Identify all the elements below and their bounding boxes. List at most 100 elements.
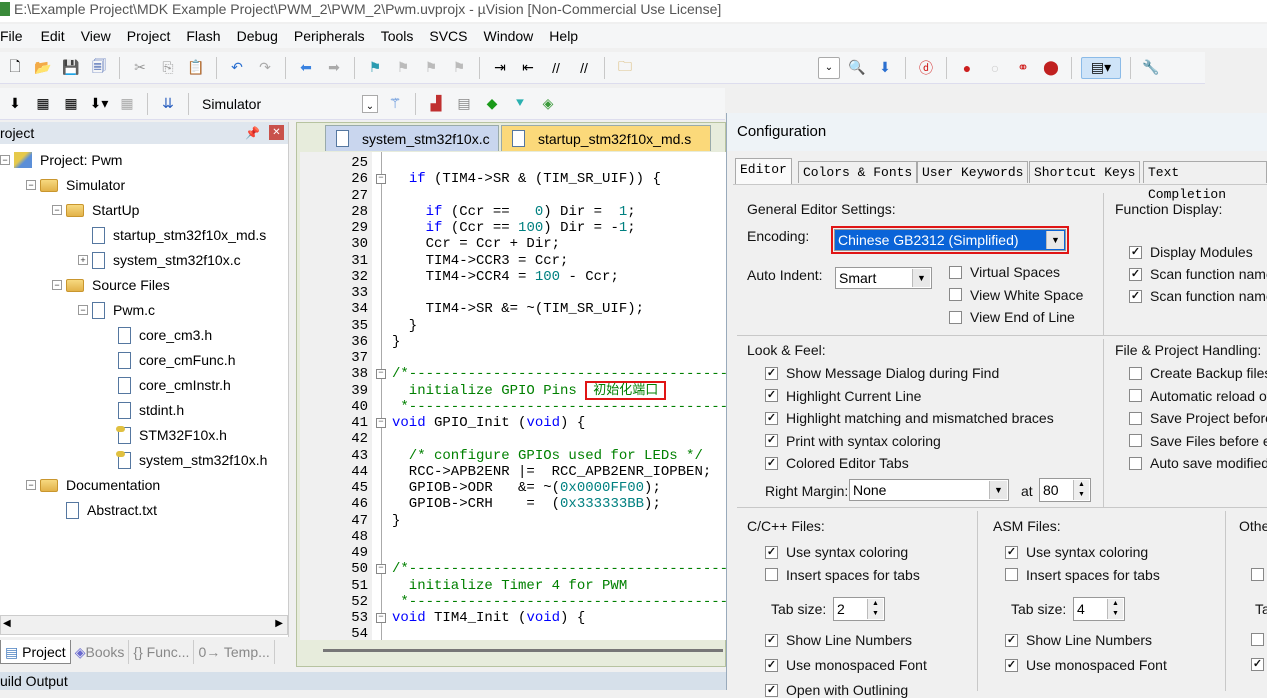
checkbox-option[interactable]: ✓ Show Message Dialog during Find bbox=[765, 365, 999, 381]
uncomment-icon[interactable]: // bbox=[573, 57, 595, 79]
tree-item[interactable]: core_cm3.h bbox=[104, 324, 212, 346]
checkbox-icon[interactable] bbox=[1251, 633, 1264, 646]
rebuild-icon[interactable]: ▦ bbox=[60, 93, 82, 115]
checkbox-option[interactable]: Automatic reload of bbox=[1129, 388, 1267, 404]
other-checkbox[interactable] bbox=[1251, 568, 1264, 581]
menu-tools[interactable]: Tools bbox=[375, 28, 424, 44]
checkbox-option[interactable]: ✓ Display Modules bbox=[1129, 244, 1253, 260]
checkbox-unchecked-icon[interactable] bbox=[765, 568, 778, 581]
menu-svcs[interactable]: SVCS bbox=[423, 28, 477, 44]
c-tab-size-spinner[interactable]: 2 ▲ ▼ bbox=[833, 597, 885, 621]
right-margin-select[interactable]: None ▼ bbox=[849, 479, 1009, 501]
tree-item[interactable]: − Documentation bbox=[26, 474, 160, 496]
tree-item[interactable]: − Pwm.c bbox=[78, 299, 155, 321]
save-all-icon[interactable]: 🗐 bbox=[88, 57, 110, 79]
fold-toggle-icon[interactable]: − bbox=[376, 613, 386, 623]
unindent-icon[interactable]: ⇤ bbox=[517, 57, 539, 79]
checkbox-option[interactable]: ✓ Use syntax coloring bbox=[1005, 544, 1148, 560]
tree-item[interactable]: core_cmInstr.h bbox=[104, 374, 231, 396]
tab-text-completion[interactable]: Text Completion bbox=[1143, 161, 1267, 202]
menu-file[interactable]: File bbox=[0, 28, 33, 44]
checkbox-option[interactable]: ✓ Colored Editor Tabs bbox=[765, 455, 909, 471]
other-checkbox[interactable] bbox=[1251, 633, 1264, 646]
checkbox-unchecked-icon[interactable] bbox=[1129, 434, 1142, 447]
find-in-files-icon[interactable]: 🗀 bbox=[614, 57, 636, 79]
collapse-icon[interactable]: − bbox=[26, 180, 36, 190]
checkbox-icon[interactable]: ✓ bbox=[1251, 658, 1264, 671]
target-dropdown-icon[interactable]: ⌄ bbox=[362, 94, 378, 113]
tab-editor[interactable]: Editor bbox=[735, 158, 792, 184]
disable-breakpoint-icon[interactable]: ○ bbox=[984, 57, 1006, 79]
menu-debug[interactable]: Debug bbox=[231, 28, 288, 44]
editor-horizontal-scrollbar[interactable] bbox=[323, 649, 723, 652]
tree-item[interactable]: − Simulator bbox=[26, 174, 125, 196]
project-horizontal-scrollbar[interactable]: ◀ ▶ bbox=[0, 615, 288, 635]
expand-icon[interactable]: + bbox=[78, 255, 88, 265]
auto-indent-select[interactable]: Smart ▼ bbox=[835, 267, 932, 289]
paste-icon[interactable]: 📋 bbox=[185, 57, 207, 79]
scroll-left-icon[interactable]: ◀ bbox=[3, 618, 11, 629]
manage-project-items-icon[interactable]: ▟ bbox=[425, 93, 447, 115]
checkbox-option[interactable]: ✓ Use monospaced Font bbox=[1005, 657, 1167, 673]
checkbox-checked-icon[interactable]: ✓ bbox=[765, 389, 778, 402]
menu-edit[interactable]: Edit bbox=[33, 28, 75, 44]
checkbox-option[interactable]: Auto save modified bbox=[1129, 455, 1267, 471]
find-icon[interactable]: 🔍 bbox=[846, 57, 868, 79]
checkbox-option[interactable]: ✓ Highlight matching and mismatched brace… bbox=[765, 410, 1054, 426]
kill-all-breakpoints-icon[interactable]: ⬤ bbox=[1040, 57, 1062, 79]
bookmark-icon[interactable]: ⚑ bbox=[364, 57, 386, 79]
chevron-down-icon[interactable]: ▼ bbox=[912, 269, 930, 287]
checkbox-option[interactable]: ✓ Use monospaced Font bbox=[765, 657, 927, 673]
undo-icon[interactable]: ↶ bbox=[226, 57, 248, 79]
checkbox-option[interactable]: View White Space bbox=[949, 287, 1083, 303]
tab-books[interactable]: ◈Books bbox=[71, 640, 130, 664]
incremental-find-icon[interactable]: ⬇ bbox=[874, 57, 896, 79]
navigate-back-icon[interactable]: ⬅ bbox=[295, 57, 317, 79]
menu-help[interactable]: Help bbox=[543, 28, 588, 44]
checkbox-option[interactable]: ✓ Scan function name bbox=[1129, 266, 1267, 282]
tree-item[interactable]: core_cmFunc.h bbox=[104, 349, 235, 371]
checkbox-checked-icon[interactable]: ✓ bbox=[1129, 289, 1142, 303]
checkbox-option[interactable]: ✓ Show Line Numbers bbox=[765, 632, 912, 648]
checkbox-option[interactable]: Insert spaces for tabs bbox=[765, 567, 920, 583]
checkbox-checked-icon[interactable]: ✓ bbox=[1005, 545, 1018, 559]
checkbox-checked-icon[interactable]: ✓ bbox=[765, 366, 778, 380]
right-margin-column-spinner[interactable]: 80 ▲ ▼ bbox=[1039, 478, 1091, 502]
code-editor[interactable]: 25 26− if (TIM4->SR & (TIM_SR_UIF)) {27 28… bbox=[300, 152, 726, 640]
manage-run-time-icon[interactable]: ◆ bbox=[481, 93, 503, 115]
checkbox-checked-icon[interactable]: ✓ bbox=[765, 633, 778, 647]
pack-installer-icon[interactable]: ⯆ bbox=[509, 93, 531, 115]
checkbox-checked-icon[interactable]: ✓ bbox=[1005, 633, 1018, 647]
checkbox-option[interactable]: ✓ Print with syntax coloring bbox=[765, 433, 941, 449]
checkbox-checked-icon[interactable]: ✓ bbox=[765, 456, 778, 470]
checkbox-unchecked-icon[interactable] bbox=[1129, 411, 1142, 425]
collapse-icon[interactable]: − bbox=[52, 205, 62, 215]
clear-bookmarks-icon[interactable]: ⚑ bbox=[448, 57, 470, 79]
collapse-icon[interactable]: − bbox=[0, 155, 10, 165]
menu-flash[interactable]: Flash bbox=[180, 28, 230, 44]
menu-peripherals[interactable]: Peripherals bbox=[288, 28, 375, 44]
pin-icon[interactable]: 📌 bbox=[245, 122, 260, 144]
checkbox-option[interactable]: ✓ Show Line Numbers bbox=[1005, 632, 1152, 648]
spinner-arrows-icon[interactable]: ▲ ▼ bbox=[867, 599, 883, 619]
batch-build-icon[interactable]: ⬇▾ bbox=[88, 93, 110, 115]
checkbox-unchecked-icon[interactable] bbox=[1129, 389, 1142, 402]
breakpoint-icon[interactable]: ● bbox=[956, 57, 978, 79]
menu-view[interactable]: View bbox=[75, 28, 121, 44]
fold-toggle-icon[interactable]: − bbox=[376, 174, 386, 185]
copy-icon[interactable]: ⎘ bbox=[157, 57, 179, 79]
checkbox-checked-icon[interactable]: ✓ bbox=[765, 434, 778, 447]
checkbox-option[interactable]: Save Project before bbox=[1129, 410, 1267, 426]
tree-item[interactable]: + system_stm32f10x.c bbox=[78, 249, 241, 271]
translate-icon[interactable]: ⬇ bbox=[4, 93, 26, 115]
chevron-down-icon[interactable]: ▼ bbox=[989, 481, 1007, 499]
checkbox-checked-icon[interactable]: ✓ bbox=[765, 658, 778, 672]
tree-item[interactable]: − Project: Pwm bbox=[0, 149, 122, 171]
debug-session-icon[interactable]: ⓓ bbox=[915, 57, 937, 79]
tab-project[interactable]: ▤ Project bbox=[0, 640, 71, 664]
find-combo-dropdown[interactable]: ⌄ bbox=[818, 56, 840, 79]
tree-item[interactable]: startup_stm32f10x_md.s bbox=[78, 224, 266, 246]
fold-toggle-icon[interactable]: − bbox=[376, 418, 386, 428]
fold-toggle-icon[interactable]: − bbox=[376, 564, 386, 575]
indent-icon[interactable]: ⇥ bbox=[489, 57, 511, 79]
